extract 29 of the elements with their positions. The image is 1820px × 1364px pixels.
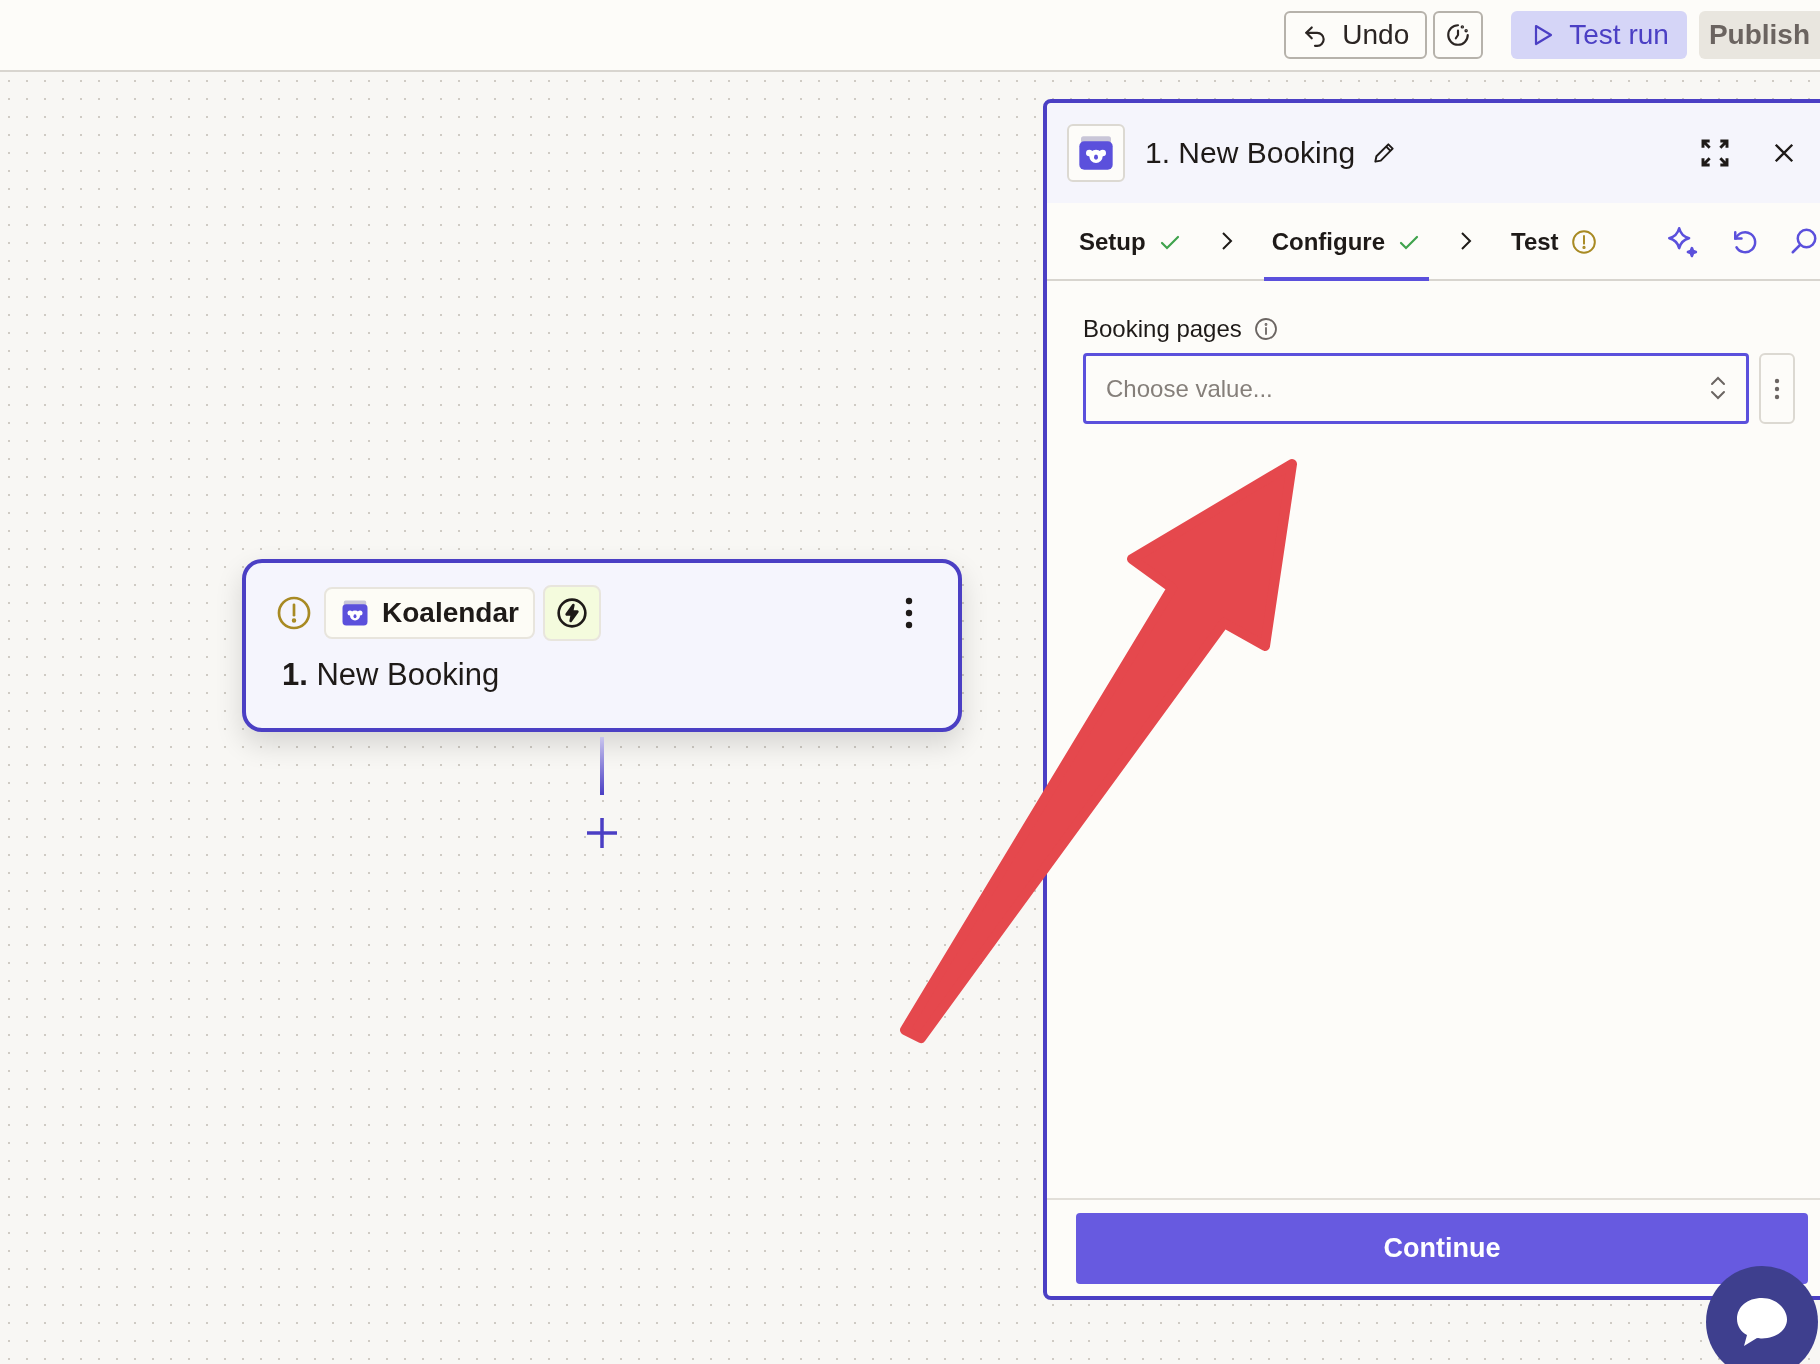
app-name: Koalendar [382,597,519,629]
info-icon[interactable] [1253,317,1278,341]
timer-icon [1445,22,1472,48]
undo-button[interactable]: Undo [1284,11,1428,59]
add-step-icon[interactable] [585,816,619,850]
step-tab[interactable]: Configure [1263,203,1429,281]
step-tab[interactable]: Test [1503,203,1605,281]
chevron-right-icon [1459,230,1473,252]
close-icon[interactable] [1773,142,1795,164]
field-options-button[interactable] [1759,353,1795,424]
lightning-icon [555,597,588,629]
warning-icon [1570,229,1597,255]
more-options-icon[interactable] [904,597,914,629]
chevron-right-icon [1219,230,1234,252]
expand-icon[interactable] [1699,137,1731,169]
publish-button[interactable]: Publish [1698,11,1820,59]
test-run-button[interactable]: Test run [1511,11,1687,59]
continue-button[interactable]: Continue [1076,1212,1808,1284]
koala-calendar-icon [1076,133,1116,173]
step-title: 1. New Booking [281,657,501,693]
step-tab[interactable]: Setup [1071,203,1190,281]
step-card[interactable]: Koalendar 1. New Booking [242,559,962,732]
history-button[interactable] [1433,11,1484,59]
more-options-icon [1774,377,1780,400]
field-label: Booking pages [1083,315,1242,343]
up-down-chevron-icon [1709,375,1727,401]
panel-title: 1. New Booking [1145,136,1356,170]
koala-calendar-icon [340,598,370,628]
select-field[interactable]: Choose value... [1083,353,1749,424]
